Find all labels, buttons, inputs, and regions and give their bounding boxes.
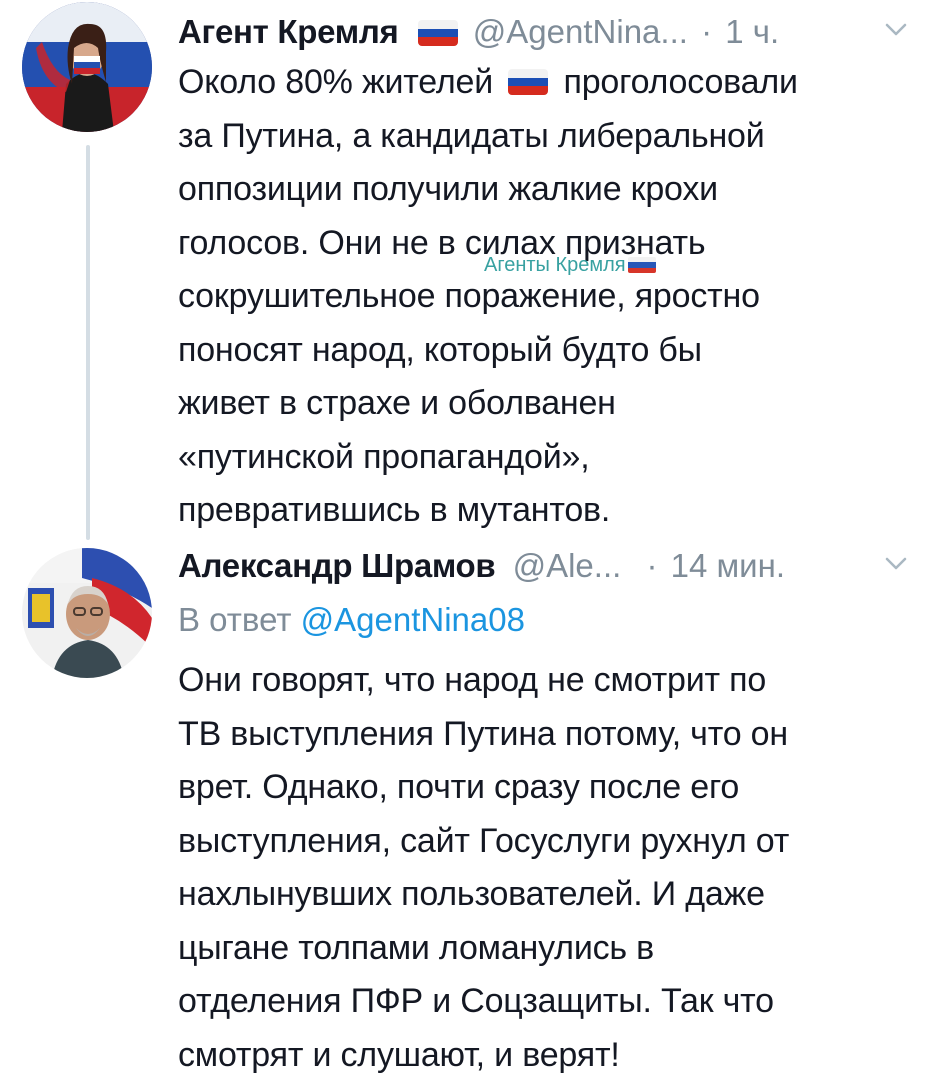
chevron-down-icon[interactable] (884, 20, 908, 40)
author-handle[interactable]: @AgentNina... (473, 13, 688, 50)
thread-connector-line (86, 145, 90, 540)
tweet-body-line: сокрушительное поражение, яростно (178, 270, 918, 324)
reply-mention-link[interactable]: @AgentNina08 (301, 601, 525, 638)
tweet-body-line: Они говорят, что народ не смотрит по (178, 654, 918, 708)
tweet-body-line: смотрят и слушают, и верят! (178, 1029, 918, 1082)
separator-dot: · (646, 547, 657, 584)
tweet-1[interactable]: Агент Кремля @AgentNina... · 1 ч. Около … (0, 0, 944, 540)
tweet-body-line: превратившись в мутантов. (178, 484, 918, 538)
avatar-aleksandr-shramov[interactable] (22, 548, 152, 678)
tweet-body-line: «путинской пропагандой», (178, 431, 918, 485)
tweet-time[interactable]: 1 ч. (725, 13, 779, 50)
russia-flag-icon (418, 20, 458, 46)
tweet-body-line: за Путина, а кандидаты либеральной (178, 110, 918, 164)
tweet-body-line: живет в страхе и оболванен (178, 377, 918, 431)
tweet-body-line: нахлынувших пользователей. И даже (178, 868, 918, 922)
tweet-body-line: ТВ выступления Путина потому, что он (178, 708, 918, 762)
tweet-2[interactable]: Александр Шрамов @Ale... · 14 мин. В отв… (0, 540, 944, 1080)
tweet-header: Агент Кремля @AgentNina... · 1 ч. (178, 10, 924, 54)
tweet-time[interactable]: 14 мин. (671, 547, 785, 584)
author-name[interactable]: Агент Кремля (178, 13, 398, 50)
tweet-body-line: отделения ПФР и Соцзащиты. Так что (178, 975, 918, 1029)
tweet-body-line: поносят народ, который будто бы (178, 324, 918, 378)
tweet-body-line: цыгане толпами ломанулись в (178, 922, 918, 976)
watermark: Агенты Кремля (484, 254, 656, 276)
russia-flag-icon (508, 69, 548, 95)
reply-prefix: В ответ (178, 601, 291, 638)
tweet-body-line: выступления, сайт Госуслуги рухнул от (178, 815, 918, 869)
tweet-body-line: врет. Однако, почти сразу после его (178, 761, 918, 815)
reply-context: В ответ @AgentNina08 (178, 598, 525, 642)
tweet-body: Они говорят, что народ не смотрит по ТВ … (178, 654, 918, 1082)
tweet-header: Александр Шрамов @Ale... · 14 мин. (178, 544, 924, 588)
author-handle[interactable]: @Ale... (513, 547, 622, 584)
russia-flag-icon (628, 257, 656, 273)
separator-dot: · (701, 13, 712, 50)
author-name[interactable]: Александр Шрамов (178, 547, 495, 584)
tweet-body-line: Около 80% жителей проголосовали (178, 56, 918, 110)
tweet-body: Около 80% жителей проголосовали за Путин… (178, 56, 918, 538)
watermark-text: Агенты Кремля (484, 254, 626, 276)
chevron-down-icon[interactable] (884, 554, 908, 574)
avatar-agent-kremlya[interactable] (22, 2, 152, 132)
tweet-body-line: оппозиции получили жалкие крохи (178, 163, 918, 217)
